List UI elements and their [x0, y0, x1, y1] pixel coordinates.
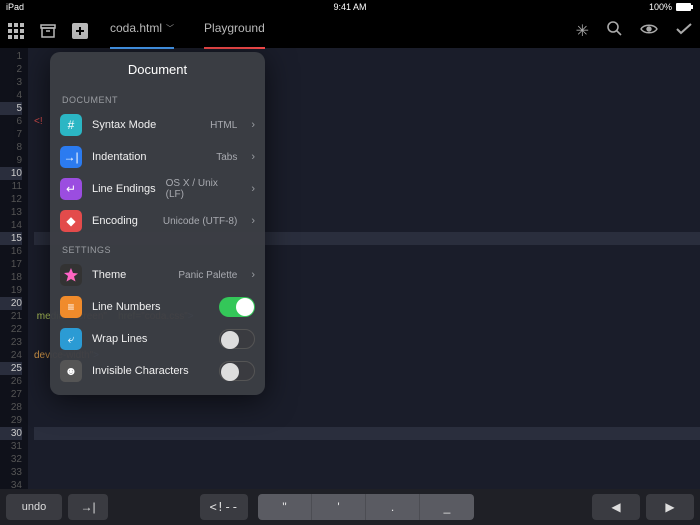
add-icon[interactable] — [70, 21, 90, 41]
row-value: Unicode (UTF-8) — [163, 216, 237, 227]
key-single-quote[interactable]: ' — [312, 494, 366, 520]
line-gutter: 1234567891011121314151617181920212223242… — [0, 48, 28, 489]
undo-button[interactable]: undo — [6, 494, 62, 520]
keyboard-accessory: undo →| <!-- " ' . _ ◀ ▶ — [0, 489, 700, 525]
chevron-right-icon: › — [251, 215, 255, 227]
return-icon: ↵ — [60, 178, 82, 200]
row-label: Theme — [92, 269, 126, 281]
document-popover: Document DOCUMENT # Syntax Mode HTML › →… — [50, 52, 265, 395]
battery-icon — [676, 3, 694, 11]
toggle-wrap-lines[interactable] — [219, 329, 255, 349]
status-battery-text: 100% — [649, 2, 672, 12]
popover-section-document: DOCUMENT — [50, 87, 265, 109]
encoding-icon: ◆ — [60, 210, 82, 232]
row-value: Tabs — [216, 152, 237, 163]
tab-playground[interactable]: Playground — [204, 21, 265, 41]
archive-icon[interactable] — [38, 21, 58, 41]
row-label: Syntax Mode — [92, 119, 156, 131]
row-label: Line Endings — [92, 183, 156, 195]
popover-title: Document — [50, 52, 265, 87]
toggle-line-numbers[interactable] — [219, 297, 255, 317]
indent-icon: →| — [60, 146, 82, 168]
tab-file-label: coda.html — [110, 21, 162, 35]
toggle-invisible-chars[interactable] — [219, 361, 255, 381]
grid-icon[interactable] — [6, 21, 26, 41]
palette-icon — [60, 264, 82, 286]
hash-icon: # — [60, 114, 82, 136]
key-double-quote[interactable]: " — [258, 494, 312, 520]
row-indentation[interactable]: →| Indentation Tabs › — [50, 141, 265, 173]
row-wrap-lines[interactable]: ⤶ Wrap Lines — [50, 323, 265, 355]
popover-section-settings: SETTINGS — [50, 237, 265, 259]
caret-right-button[interactable]: ▶ — [646, 494, 694, 520]
ghost-icon: ☻ — [60, 360, 82, 382]
key-underscore[interactable]: _ — [420, 494, 474, 520]
check-icon[interactable] — [676, 22, 692, 40]
wrap-icon: ⤶ — [60, 328, 82, 350]
row-syntax-mode[interactable]: # Syntax Mode HTML › — [50, 109, 265, 141]
char-segment: " ' . _ — [258, 494, 474, 520]
code-text: <! — [34, 116, 43, 127]
row-line-endings[interactable]: ↵ Line Endings OS X / Unix (LF) › — [50, 173, 265, 205]
chevron-down-icon[interactable]: ﹀ — [166, 23, 174, 34]
key-period[interactable]: . — [366, 494, 420, 520]
row-label: Wrap Lines — [92, 333, 147, 345]
row-invisible-chars[interactable]: ☻ Invisible Characters — [50, 355, 265, 387]
comment-button[interactable]: <!-- — [200, 494, 248, 520]
row-label: Invisible Characters — [92, 365, 189, 377]
row-value: HTML — [210, 120, 237, 131]
tab-playground-label: Playground — [204, 21, 265, 35]
tab-key-button[interactable]: →| — [68, 494, 108, 520]
sparkle-icon[interactable]: ✳ — [576, 21, 589, 41]
chevron-right-icon: › — [251, 119, 255, 131]
row-encoding[interactable]: ◆ Encoding Unicode (UTF-8) › — [50, 205, 265, 237]
chevron-right-icon: › — [251, 151, 255, 163]
row-label: Line Numbers — [92, 301, 160, 313]
search-icon[interactable] — [607, 21, 622, 41]
eye-icon[interactable] — [640, 22, 658, 40]
status-carrier: iPad — [6, 2, 24, 12]
list-icon: ≡ — [60, 296, 82, 318]
row-value: Panic Palette — [178, 270, 237, 281]
status-time: 9:41 AM — [333, 2, 366, 12]
tab-file[interactable]: coda.html ﹀ — [110, 21, 174, 41]
row-label: Indentation — [92, 151, 146, 163]
caret-left-button[interactable]: ◀ — [592, 494, 640, 520]
row-line-numbers[interactable]: ≡ Line Numbers — [50, 291, 265, 323]
chevron-right-icon: › — [251, 183, 255, 195]
row-value: OS X / Unix (LF) — [166, 178, 238, 200]
chevron-right-icon: › — [251, 269, 255, 281]
row-label: Encoding — [92, 215, 138, 227]
row-theme[interactable]: Theme Panic Palette › — [50, 259, 265, 291]
